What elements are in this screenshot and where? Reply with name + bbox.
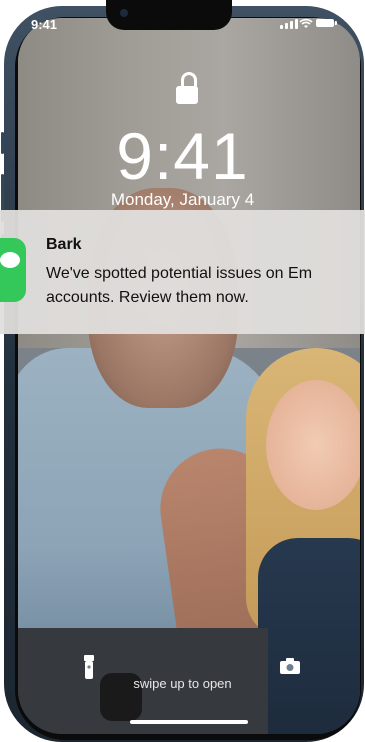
message-bubble-icon (0, 252, 20, 268)
lock-screen-date: Monday, January 4 (110, 190, 255, 209)
battery-icon (316, 19, 334, 27)
notification-message: We've spotted potential issues on Em acc… (46, 265, 313, 306)
swipe-up-hint: swipe up to open (133, 676, 232, 691)
notification-app-name: Bark (46, 236, 82, 253)
battery-cap (335, 21, 337, 25)
status-bar: 9:41 (0, 0, 365, 46)
wallpaper-child-face (266, 380, 360, 510)
status-time: 9:41 (31, 17, 58, 32)
camera-icon[interactable] (280, 658, 300, 674)
wallpaper-child-shirt (258, 538, 360, 734)
home-indicator[interactable] (130, 720, 248, 724)
lock-screen-time: 9:41 (116, 119, 249, 193)
messages-icon (0, 238, 26, 302)
lock-icon (176, 72, 200, 106)
wifi-icon (299, 18, 313, 28)
front-camera-dot (120, 9, 128, 17)
